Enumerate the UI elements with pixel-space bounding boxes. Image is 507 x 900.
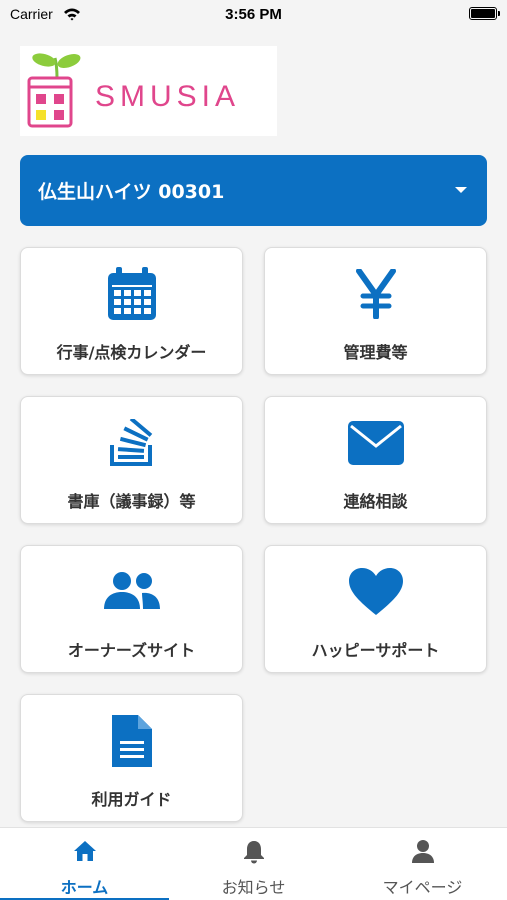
property-selector-label: 仏生山ハイツ 00301 (38, 181, 225, 203)
logo-wordmark: SMUSIA (95, 80, 241, 113)
tab-label: ホーム (60, 878, 109, 897)
home-icon (0, 840, 169, 864)
tab-bar: ホーム お知らせ マイページ (0, 827, 507, 900)
tile-label: オーナーズサイト (67, 641, 196, 660)
tile-label: 行事/点検カレンダー (56, 343, 207, 362)
tile-label: 管理費等 (343, 343, 408, 362)
tab-home[interactable]: ホーム (0, 828, 169, 900)
tile-label: ハッピーサポート (311, 641, 440, 660)
tile-calendar[interactable]: 行事/点検カレンダー (20, 247, 243, 375)
tile-happy-support[interactable]: ハッピーサポート (264, 545, 487, 673)
tab-my-page[interactable]: マイページ (338, 828, 507, 900)
tile-user-guide[interactable]: 利用ガイド (20, 694, 243, 822)
bell-icon (169, 840, 338, 864)
tile-fees[interactable]: 管理費等 (264, 247, 487, 375)
tile-archive[interactable]: 書庫（議事録）等 (20, 396, 243, 524)
clock: 3:56 PM (225, 6, 282, 23)
heart-icon (265, 564, 486, 620)
person-icon (338, 840, 507, 864)
status-bar: Carrier 3:56 PM (0, 0, 507, 28)
tile-label: 連絡相談 (343, 492, 408, 511)
battery-icon (469, 7, 500, 20)
archive-stack-icon (21, 415, 242, 471)
tile-label: 書庫（議事録）等 (67, 492, 196, 511)
property-selector[interactable]: 仏生山ハイツ 00301 (20, 155, 487, 226)
tile-label: 利用ガイド (91, 790, 172, 809)
tab-label: マイページ (382, 878, 463, 897)
sprout-house-logo-icon (27, 53, 81, 128)
app-logo: SMUSIA (20, 46, 277, 136)
chevron-down-icon (455, 187, 467, 193)
tile-owners-site[interactable]: オーナーズサイト (20, 545, 243, 673)
tile-contact[interactable]: 連絡相談 (264, 396, 487, 524)
yen-icon (265, 266, 486, 322)
envelope-icon (265, 415, 486, 471)
document-icon (21, 713, 242, 769)
users-icon (21, 564, 242, 620)
tab-notifications[interactable]: お知らせ (169, 828, 338, 900)
tab-label: お知らせ (221, 878, 286, 897)
calendar-icon (21, 266, 242, 322)
